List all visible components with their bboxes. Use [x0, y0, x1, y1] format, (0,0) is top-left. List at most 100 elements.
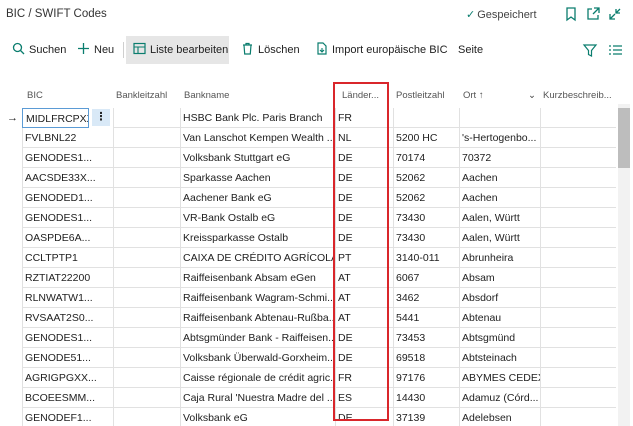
cell-bic[interactable]: GENODES1...	[22, 328, 113, 348]
cell-bankcode[interactable]	[113, 208, 180, 228]
cell-postcode[interactable]: 73430	[393, 228, 459, 248]
cell-desc[interactable]	[540, 148, 616, 168]
import-european-bic-button[interactable]: Import europäische BIC	[315, 36, 448, 64]
cell-postcode[interactable]: 5441	[393, 308, 459, 328]
cell-bic[interactable]: BCOEESMM...	[22, 388, 113, 408]
row-actions-icon[interactable]: ⋮	[92, 109, 110, 126]
table-row[interactable]: GENODES1... Volksbank Stuttgart eG DE 70174…	[0, 148, 616, 168]
cell-postcode[interactable]: 73453	[393, 328, 459, 348]
cell-city[interactable]: Absdorf	[459, 288, 540, 308]
cell-bankname[interactable]: Raiffeisenbank Absam eGen	[180, 268, 335, 288]
cell-postcode[interactable]: 69518	[393, 348, 459, 368]
table-row[interactable]: BCOEESMM... Caja Rural 'Nuestra Madre del…	[0, 388, 616, 408]
new-button[interactable]: Neu	[77, 36, 114, 64]
cell-bic[interactable]: RVSAAT2S0...	[22, 308, 113, 328]
cell-desc[interactable]	[540, 408, 616, 426]
cell-city[interactable]: Aachen	[459, 188, 540, 208]
cell-country[interactable]: DE	[335, 168, 393, 188]
cell-country[interactable]: DE	[335, 328, 393, 348]
cell-postcode[interactable]: 70174	[393, 148, 459, 168]
cell-bankcode[interactable]	[113, 368, 180, 388]
table-row[interactable]: FVLBNL22 Van Lanschot Kempen Wealth ... NL…	[0, 128, 616, 148]
cell-bankcode[interactable]	[113, 148, 180, 168]
cell-bankname[interactable]: Aachener Bank eG	[180, 188, 335, 208]
table-row[interactable]: GENODES1... Abtsgmünder Bank - Raiffeisen…	[0, 328, 616, 348]
cell-bankname[interactable]: Raiffeisenbank Abtenau-Rußba...	[180, 308, 335, 328]
cell-country[interactable]: PT	[335, 248, 393, 268]
cell-city[interactable]: 70372	[459, 148, 540, 168]
list-view-icon[interactable]	[606, 41, 624, 59]
cell-country[interactable]: DE	[335, 148, 393, 168]
cell-bankname[interactable]: Caisse régionale de crédit agric...	[180, 368, 335, 388]
cell-city[interactable]: Aachen	[459, 168, 540, 188]
cell-postcode[interactable]: 5200 HC	[393, 128, 459, 148]
cell-bic[interactable]: RLNWATW1...	[22, 288, 113, 308]
table-row[interactable]: GENODE51... Volksbank Überwald-Gorxheim..…	[0, 348, 616, 368]
cell-bankcode[interactable]	[113, 328, 180, 348]
cell-bic[interactable]: GENODED1...	[22, 188, 113, 208]
search-button[interactable]: Suchen	[12, 36, 66, 64]
cell-bankname[interactable]: Volksbank Stuttgart eG	[180, 148, 335, 168]
cell-bic[interactable]: AGRIGPGXX...	[22, 368, 113, 388]
cell-bankcode[interactable]	[113, 408, 180, 426]
cell-bankname[interactable]: CAIXA DE CRÉDITO AGRÍCOLA ...	[180, 248, 335, 268]
cell-bankname[interactable]: HSBC Bank Plc. Paris Branch	[180, 108, 335, 128]
bookmark-icon[interactable]	[562, 5, 580, 23]
delete-button[interactable]: Löschen	[241, 36, 300, 64]
cell-country[interactable]: ES	[335, 388, 393, 408]
col-city[interactable]: Ort ↑	[463, 90, 484, 101]
cell-country[interactable]: DE	[335, 188, 393, 208]
cell-city[interactable]: Abrunheira	[459, 248, 540, 268]
cell-city[interactable]: Aalen, Württ	[459, 208, 540, 228]
cell-country[interactable]: DE	[335, 228, 393, 248]
cell-desc[interactable]	[540, 268, 616, 288]
cell-postcode[interactable]: 6067	[393, 268, 459, 288]
table-row[interactable]: GENODES1... VR-Bank Ostalb eG DE 73430 Aalen…	[0, 208, 616, 228]
table-row[interactable]: CCLTPTP1 CAIXA DE CRÉDITO AGRÍCOLA ... PT 3…	[0, 248, 616, 268]
cell-bankname[interactable]: Abtsgmünder Bank - Raiffeisen...	[180, 328, 335, 348]
cell-bic[interactable]: GENODE51...	[22, 348, 113, 368]
cell-bankname[interactable]: Sparkasse Aachen	[180, 168, 335, 188]
cell-desc[interactable]	[540, 228, 616, 248]
col-bankname[interactable]: Bankname	[184, 90, 229, 101]
cell-bic[interactable]: OASPDE6A...	[22, 228, 113, 248]
scrollbar-thumb[interactable]	[618, 108, 630, 168]
col-postcode[interactable]: Postleitzahl	[396, 90, 445, 101]
cell-bankcode[interactable]	[113, 288, 180, 308]
cell-bankcode[interactable]	[113, 348, 180, 368]
cell-bic[interactable]: CCLTPTP1	[22, 248, 113, 268]
table-row[interactable]: OASPDE6A... Kreissparkasse Ostalb DE 73430 A…	[0, 228, 616, 248]
chevron-down-icon[interactable]: ⌄	[528, 90, 536, 101]
cell-bic[interactable]: AACSDE33X...	[22, 168, 113, 188]
cell-bankname[interactable]: Volksbank Überwald-Gorxheim...	[180, 348, 335, 368]
cell-bankcode[interactable]	[113, 308, 180, 328]
cell-desc[interactable]	[540, 368, 616, 388]
cell-postcode[interactable]: 52062	[393, 168, 459, 188]
cell-bic[interactable]: RZTIAT22200	[22, 268, 113, 288]
cell-bankname[interactable]: Volksbank eG	[180, 408, 335, 426]
cell-country[interactable]: FR	[335, 108, 393, 128]
cell-bankcode[interactable]	[113, 128, 180, 148]
cell-bankname[interactable]: Kreissparkasse Ostalb	[180, 228, 335, 248]
open-new-window-icon[interactable]	[584, 5, 602, 23]
col-country[interactable]: Länder...	[342, 90, 379, 101]
col-description[interactable]: Kurzbeschreib...	[543, 90, 612, 101]
cell-city[interactable]: ABYMES CEDEX	[459, 368, 540, 388]
table-row[interactable]: GENODED1... Aachener Bank eG DE 52062 Aachen	[0, 188, 616, 208]
cell-desc[interactable]	[540, 208, 616, 228]
cell-city[interactable]	[459, 108, 540, 128]
table-row[interactable]: → MIDLFRCPXXC HSBC Bank Plc. Paris BranchF…	[0, 108, 616, 128]
cell-bic[interactable]: GENODES1...	[22, 208, 113, 228]
cell-bankcode[interactable]	[113, 388, 180, 408]
cell-country[interactable]: DE	[335, 348, 393, 368]
edit-list-button[interactable]: Liste bearbeiten	[126, 36, 229, 64]
cell-bankcode[interactable]	[113, 268, 180, 288]
cell-city[interactable]: Abtsgmünd	[459, 328, 540, 348]
cell-desc[interactable]	[540, 128, 616, 148]
cell-country[interactable]: FR	[335, 368, 393, 388]
cell-bankname[interactable]: Caja Rural 'Nuestra Madre del ...	[180, 388, 335, 408]
cell-country[interactable]: AT	[335, 268, 393, 288]
cell-desc[interactable]	[540, 388, 616, 408]
cell-desc[interactable]	[540, 248, 616, 268]
cell-bic[interactable]: FVLBNL22	[22, 128, 113, 148]
